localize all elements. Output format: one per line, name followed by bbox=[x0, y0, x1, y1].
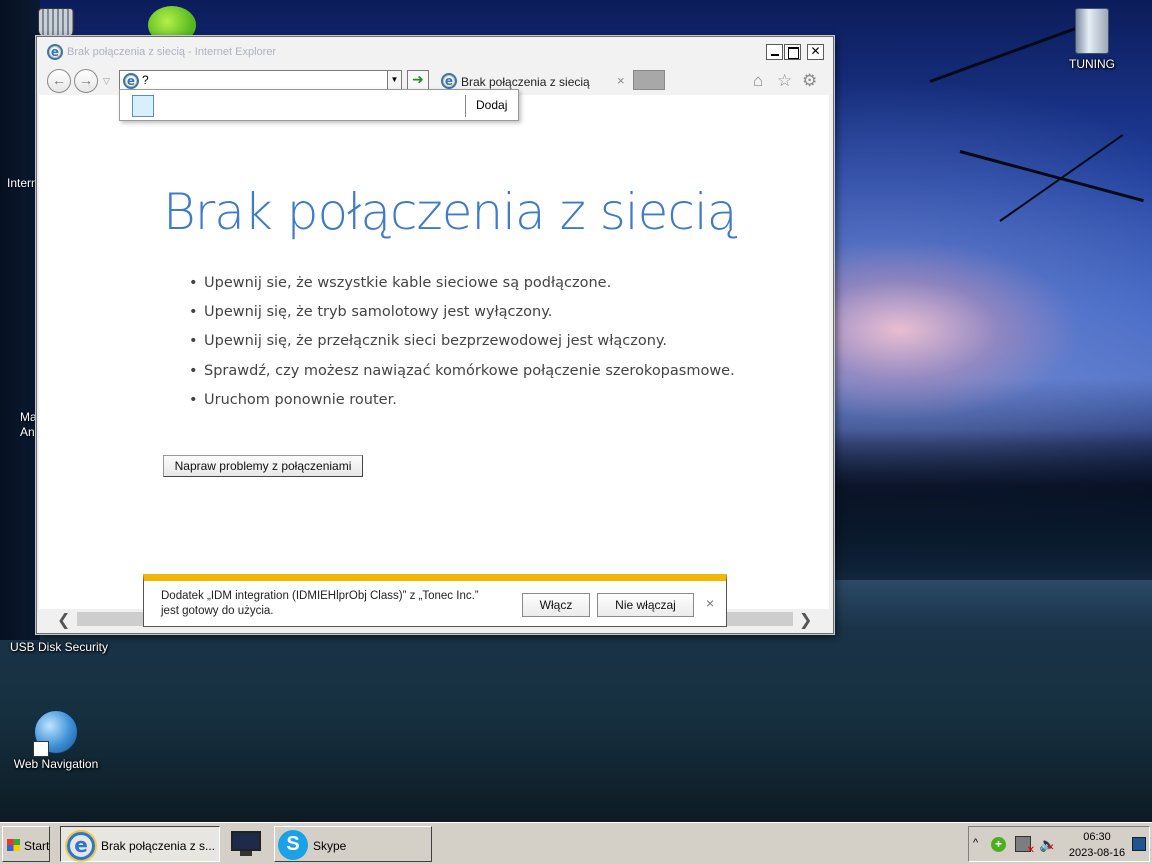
ma-icon-label-line1[interactable]: Ma bbox=[20, 410, 37, 424]
window-title: Brak połączenia z siecią - Internet Expl… bbox=[67, 46, 277, 58]
recycle-bin-icon[interactable] bbox=[38, 8, 74, 38]
desktop-icon-label: TUNING bbox=[1069, 57, 1115, 71]
desktop-icon-tuning[interactable]: TUNING bbox=[1062, 8, 1122, 71]
tray-expand-icon[interactable]: ^ bbox=[973, 837, 978, 849]
desktop-icon-label: Web Navigation bbox=[13, 757, 99, 771]
ie-icon: e bbox=[123, 73, 139, 89]
folder-icon bbox=[1075, 8, 1109, 54]
ie-icon: e bbox=[67, 832, 95, 860]
system-tray: ^ + 🔈 06:30 2023-08-16 bbox=[968, 826, 1150, 862]
desktop-icon-web-navigation[interactable]: Web Navigation bbox=[4, 710, 108, 771]
tab-close-icon[interactable]: × bbox=[617, 73, 625, 88]
dont-enable-addon-button[interactable]: Nie włączaj bbox=[597, 593, 694, 617]
gear-icon[interactable]: ⚙ bbox=[802, 72, 817, 89]
taskbar-item-internet-explorer[interactable]: e Brak połączenia z s... bbox=[60, 826, 220, 862]
green-plus-icon[interactable]: + bbox=[991, 837, 1006, 852]
address-dropdown-button[interactable]: ▼ bbox=[387, 71, 401, 89]
address-bar[interactable]: e ? ▼ bbox=[119, 70, 402, 90]
ie-icon: e bbox=[441, 73, 457, 89]
clock-date[interactable]: 2023-08-16 bbox=[1065, 847, 1129, 859]
notification-line-2: jest gotowy do użycia. bbox=[161, 605, 274, 617]
internet-explorer-window[interactable]: e Brak połączenia z siecią - Internet Ex… bbox=[36, 36, 834, 634]
enable-addon-button[interactable]: Włącz bbox=[522, 593, 590, 617]
taskbar-item-skype[interactable]: S Skype bbox=[274, 826, 432, 862]
addon-notification-bar: Dodatek „IDM integration (IDMIEHlprObj C… bbox=[143, 574, 727, 627]
favorite-icon-placeholder bbox=[132, 95, 154, 117]
page-title: Brak połączenia z siecią bbox=[163, 183, 737, 241]
network-error-icon[interactable] bbox=[1015, 836, 1035, 856]
title-bar[interactable]: e Brak połączenia z siecią - Internet Ex… bbox=[37, 37, 833, 65]
clock-time[interactable]: 06:30 bbox=[1077, 831, 1117, 843]
new-tab-button[interactable] bbox=[633, 70, 665, 90]
tree-trunk-left bbox=[0, 0, 40, 640]
taskbar-item-label: Brak połączenia z s... bbox=[101, 839, 216, 853]
ie-icon: e bbox=[47, 44, 63, 60]
divider bbox=[465, 95, 466, 117]
monitor-stand bbox=[240, 851, 252, 856]
recent-pages-dropdown-icon[interactable]: ▽ bbox=[103, 76, 110, 87]
address-input[interactable]: ? bbox=[142, 73, 149, 87]
go-button[interactable]: ➜ bbox=[407, 70, 429, 90]
list-item: Upewnij się, że tryb samolotowy jest wył… bbox=[189, 304, 735, 333]
list-item: Upewnij sie, że wszystkie kable sieciowe… bbox=[189, 275, 735, 304]
start-button[interactable]: Start bbox=[2, 826, 50, 862]
notification-line-1: Dodatek „IDM integration (IDMIEHlprObj C… bbox=[161, 590, 479, 602]
back-button[interactable]: ← bbox=[47, 69, 71, 93]
add-favorite-popup: Dodaj bbox=[119, 89, 519, 121]
volume-muted-icon[interactable]: 🔈 bbox=[1039, 836, 1056, 853]
show-desktop-icon[interactable] bbox=[1132, 837, 1146, 851]
maximize-button[interactable] bbox=[784, 44, 801, 60]
list-item: Uruchom ponownie router. bbox=[189, 392, 735, 421]
fix-connection-button[interactable]: Napraw problemy z połączeniami bbox=[163, 455, 363, 477]
computer-icon[interactable] bbox=[228, 829, 264, 859]
close-button[interactable]: ✕ bbox=[807, 44, 824, 60]
taskbar-item-label: Skype bbox=[313, 839, 347, 853]
close-icon[interactable]: × bbox=[706, 595, 714, 611]
tab-title: Brak połączenia z siecią bbox=[461, 75, 590, 89]
list-item: Upewnij się, że przełącznik sieci bezprz… bbox=[189, 333, 735, 362]
home-icon[interactable]: ⌂ bbox=[753, 72, 763, 89]
start-label: Start bbox=[24, 839, 50, 853]
tree-branch bbox=[959, 150, 1144, 203]
star-icon[interactable]: ☆ bbox=[777, 72, 792, 89]
troubleshooting-list: Upewnij sie, że wszystkie kable sieciowe… bbox=[189, 275, 735, 421]
page-content: Brak połączenia z siecią Upewnij sie, że… bbox=[39, 95, 829, 609]
windows-logo-icon bbox=[7, 839, 20, 851]
add-favorite-button[interactable]: Dodaj bbox=[476, 98, 507, 112]
forward-button[interactable]: → bbox=[74, 69, 98, 93]
monitor-shape bbox=[231, 831, 261, 851]
notification-message: Dodatek „IDM integration (IDMIEHlprObj C… bbox=[161, 589, 506, 619]
desktop-icon-usb-disk-security[interactable]: USB Disk Security bbox=[4, 640, 114, 654]
skype-icon: S bbox=[278, 830, 308, 860]
scroll-left-icon[interactable]: ❮ bbox=[57, 610, 70, 630]
desktop-icon-label: USB Disk Security bbox=[9, 640, 109, 654]
scroll-right-icon[interactable]: ❯ bbox=[799, 610, 812, 630]
minimize-button[interactable] bbox=[766, 44, 783, 60]
tree-branch bbox=[999, 134, 1124, 222]
globe-icon bbox=[33, 710, 78, 757]
taskbar: Start e Brak połączenia z s... S Skype ^… bbox=[0, 822, 1152, 864]
list-item: Sprawdź, czy możesz nawiązać komórkowe p… bbox=[189, 363, 735, 392]
ma-icon-label-line2[interactable]: An bbox=[20, 425, 35, 439]
internet-icon-label[interactable]: Intern bbox=[7, 176, 38, 190]
